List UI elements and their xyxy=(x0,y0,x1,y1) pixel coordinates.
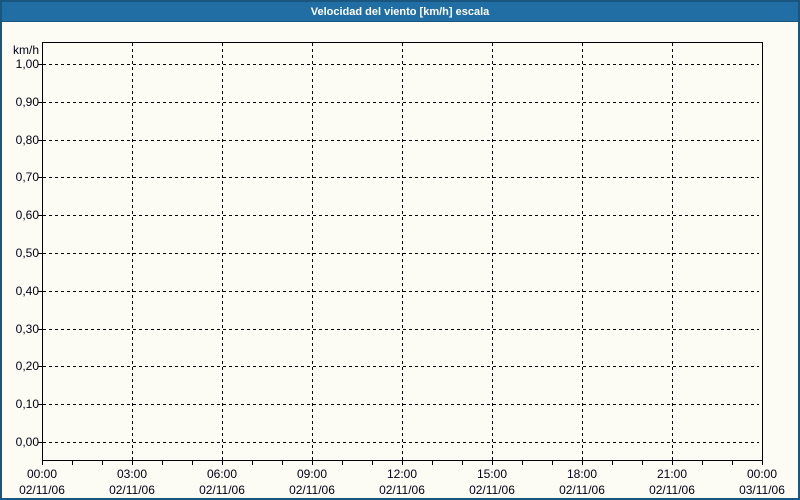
x-tick-time: 18:00 xyxy=(566,467,598,481)
y-axis-unit-label: km/h xyxy=(12,43,39,57)
x-tick-date: 02/11/06 xyxy=(289,483,335,497)
y-tick-label: 0,40 xyxy=(15,284,39,298)
x-tick-time: 21:00 xyxy=(656,467,688,481)
x-tick-date: 02/11/06 xyxy=(109,483,155,497)
x-tick-time: 09:00 xyxy=(296,467,328,481)
y-tick-label: 0,20 xyxy=(15,359,39,373)
x-tick-date: 02/11/06 xyxy=(379,483,425,497)
x-tick-date: 02/11/06 xyxy=(469,483,515,497)
y-tick-label: 0,70 xyxy=(15,170,39,184)
x-tick-date: 02/11/06 xyxy=(199,483,245,497)
x-tick-time: 00:00 xyxy=(26,467,58,481)
y-tick-label: 0,10 xyxy=(15,397,39,411)
x-tick-date: 03/11/06 xyxy=(739,483,785,497)
x-tick-time: 12:00 xyxy=(386,467,418,481)
x-tick-date: 02/11/06 xyxy=(649,483,695,497)
y-tick-label: 0,80 xyxy=(15,133,39,147)
y-tick-label: 0,60 xyxy=(15,208,39,222)
x-tick-time: 03:00 xyxy=(116,467,148,481)
x-tick-date: 02/11/06 xyxy=(19,483,65,497)
plot-grid xyxy=(38,42,763,465)
y-tick-label: 0,50 xyxy=(15,246,39,260)
chart-window: Velocidad del viento [km/h] escala km/h … xyxy=(0,0,800,500)
chart-title: Velocidad del viento [km/h] escala xyxy=(310,6,490,18)
x-tick-time: 00:00 xyxy=(746,467,778,481)
y-tick-label: 1,00 xyxy=(15,57,39,71)
x-tick-time: 15:00 xyxy=(476,467,508,481)
y-tick-label: 0,30 xyxy=(15,322,39,336)
chart-title-bar: Velocidad del viento [km/h] escala xyxy=(2,2,798,22)
y-tick-label: 0,00 xyxy=(15,435,39,449)
y-tick-label: 0,90 xyxy=(15,95,39,109)
x-tick-date: 02/11/06 xyxy=(559,483,605,497)
chart-area: km/h 1,00 0,90 0,80 0,70 0,60 0,50 0,40 0,30 0,2… xyxy=(2,23,798,498)
x-tick-time: 06:00 xyxy=(206,467,238,481)
